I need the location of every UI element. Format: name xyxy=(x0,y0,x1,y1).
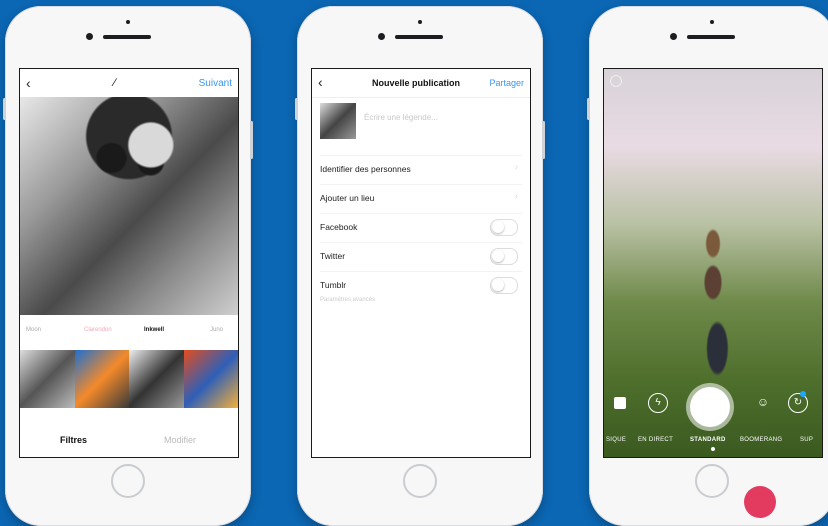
twitter-toggle[interactable] xyxy=(490,248,518,265)
tab-edit[interactable]: Modifier xyxy=(164,435,196,445)
option-label: Ajouter un lieu xyxy=(320,193,375,203)
earpiece-speaker xyxy=(687,35,735,39)
mute-switch xyxy=(295,98,298,120)
settings-gear-icon[interactable] xyxy=(610,75,622,87)
chevron-right-icon: › xyxy=(514,191,518,202)
filter-thumb-moon[interactable] xyxy=(20,350,75,408)
filter-thumb-inkwell[interactable] xyxy=(129,350,184,408)
share-button[interactable]: Partager xyxy=(489,78,524,88)
option-label: Facebook xyxy=(320,222,358,232)
caption-row: Écrire une légende... xyxy=(320,103,522,141)
top-bar: ‹ ⁄ Suivant xyxy=(20,69,238,97)
option-label: Identifier des personnes xyxy=(320,164,411,174)
front-camera xyxy=(378,33,385,40)
caption-input[interactable]: Écrire une légende... xyxy=(364,113,438,122)
page-title: Nouvelle publication xyxy=(372,78,461,88)
chevron-right-icon: › xyxy=(514,162,518,173)
filter-label-clarendon[interactable]: Clarendon xyxy=(84,327,112,333)
screen: ‹ Nouvelle publication Partager Écrire u… xyxy=(311,68,531,458)
front-camera xyxy=(86,33,93,40)
camera-controls: ϟ ☺ ↻ xyxy=(604,387,822,431)
active-mode-indicator xyxy=(711,447,715,451)
screen: ‹ ⁄ Suivant Moon Clarendon Inkwell Juno … xyxy=(19,68,239,458)
mode-live[interactable]: EN DIRECT xyxy=(638,437,673,443)
mode-superzoom[interactable]: SUP xyxy=(800,437,813,443)
filter-strip xyxy=(20,350,238,408)
earpiece-speaker xyxy=(395,35,443,39)
option-label: Twitter xyxy=(320,251,346,261)
option-tag-people[interactable]: Identifier des personnes › xyxy=(320,155,522,184)
notification-dot xyxy=(800,391,806,397)
tumblr-toggle[interactable] xyxy=(490,277,518,294)
home-button[interactable] xyxy=(695,464,729,498)
top-bar: ‹ Nouvelle publication Partager xyxy=(312,69,530,98)
next-button[interactable]: Suivant xyxy=(199,78,232,89)
home-button[interactable] xyxy=(111,464,145,498)
option-twitter: Twitter xyxy=(320,242,522,271)
filter-thumb-juno[interactable] xyxy=(183,350,238,408)
proximity-sensor xyxy=(418,20,422,24)
phone-camera: ϟ ☺ ↻ SIQUE EN DIRECT STANDARD BOOMERANG… xyxy=(587,6,828,526)
post-thumbnail xyxy=(320,103,356,139)
phone-filters: ‹ ⁄ Suivant Moon Clarendon Inkwell Juno … xyxy=(3,6,253,526)
mode-boomerang[interactable]: BOOMERANG xyxy=(740,437,782,443)
option-label: Tumblr xyxy=(320,280,347,290)
mode-music[interactable]: SIQUE xyxy=(606,437,626,443)
flash-icon[interactable]: ϟ xyxy=(648,393,668,413)
corner-badge xyxy=(744,486,776,518)
photo-preview xyxy=(20,97,238,315)
mute-switch xyxy=(587,98,590,120)
magic-wand-icon[interactable]: ⁄ xyxy=(114,77,116,89)
advanced-settings-link[interactable]: Paramètres avancés xyxy=(320,297,375,303)
home-button[interactable] xyxy=(403,464,437,498)
filter-thumb-clarendon[interactable] xyxy=(74,350,129,408)
mode-standard[interactable]: STANDARD xyxy=(690,437,726,443)
filter-label-juno[interactable]: Juno xyxy=(210,327,223,333)
power-button xyxy=(250,121,253,159)
bottom-tabs: Filtres Modifier xyxy=(20,431,238,451)
face-filter-icon[interactable]: ☺ xyxy=(754,393,772,411)
option-add-location[interactable]: Ajouter un lieu › xyxy=(320,184,522,213)
filter-label-moon[interactable]: Moon xyxy=(26,327,41,333)
back-icon[interactable]: ‹ xyxy=(318,74,323,90)
filter-label-inkwell[interactable]: Inkwell xyxy=(144,327,164,333)
facebook-toggle[interactable] xyxy=(490,219,518,236)
option-facebook: Facebook xyxy=(320,213,522,242)
shutter-button[interactable] xyxy=(690,387,730,427)
proximity-sensor xyxy=(710,20,714,24)
option-tumblr: Tumblr xyxy=(320,271,522,300)
mute-switch xyxy=(3,98,6,120)
post-options: Identifier des personnes › Ajouter un li… xyxy=(320,155,522,300)
filter-labels: Moon Clarendon Inkwell Juno xyxy=(20,327,238,341)
power-button xyxy=(542,121,545,159)
phone-new-post: ‹ Nouvelle publication Partager Écrire u… xyxy=(295,6,545,526)
screen: ϟ ☺ ↻ SIQUE EN DIRECT STANDARD BOOMERANG… xyxy=(603,68,823,458)
proximity-sensor xyxy=(126,20,130,24)
front-camera xyxy=(670,33,677,40)
back-icon[interactable]: ‹ xyxy=(26,75,31,91)
earpiece-speaker xyxy=(103,35,151,39)
gallery-icon[interactable] xyxy=(614,397,626,409)
tab-filters[interactable]: Filtres xyxy=(60,435,87,445)
